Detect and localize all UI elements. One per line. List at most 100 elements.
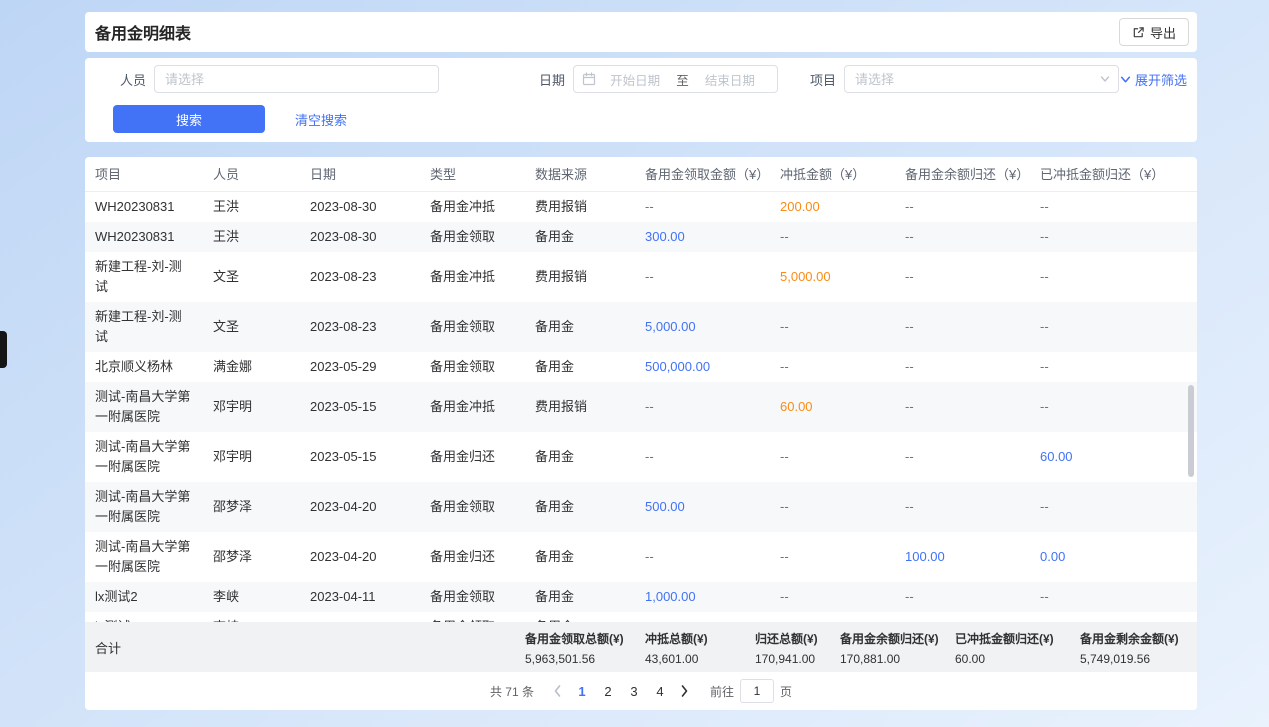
cell-person: 文圣	[203, 302, 300, 352]
expand-filter-link[interactable]: 展开筛选	[1120, 70, 1187, 89]
cell-balance-return: --	[895, 302, 1030, 352]
vertical-scrollbar-thumb[interactable]	[1188, 385, 1194, 477]
cell-source: 备用金	[525, 302, 635, 352]
cell-person: 满金娜	[203, 352, 300, 382]
cell-person: 邓宇明	[203, 382, 300, 432]
cell-source: 备用金	[525, 432, 635, 482]
table-row[interactable]: 北京顺义杨林满金娜2023-05-29备用金领取备用金500,000.00---…	[85, 352, 1197, 382]
cell-type: 备用金领取	[420, 302, 525, 352]
cell-source: 费用报销	[525, 252, 635, 302]
page-title: 备用金明细表	[95, 20, 191, 44]
cell-offset-return: 0.00	[1030, 532, 1197, 582]
table-row[interactable]: 测试-南昌大学第一附属医院邓宇明2023-05-15备用金归还备用金------…	[85, 432, 1197, 482]
cell-balance-return: --	[895, 222, 1030, 252]
calendar-icon	[582, 72, 596, 86]
cell-offset-return: --	[1030, 302, 1197, 352]
pager-pages: 1234	[569, 678, 673, 704]
summary-item-value: 5,963,501.56	[525, 652, 645, 666]
cell-project: 新建工程-刘-测试	[85, 252, 203, 302]
table-card: 项目人员日期类型数据来源备用金领取金额（¥）冲抵金额（¥）备用金余额归还（¥）已…	[85, 157, 1197, 710]
cell-balance-return: --	[895, 352, 1030, 382]
next-page-button[interactable]	[673, 685, 696, 697]
cell-offset: --	[770, 352, 895, 382]
cell-project: 新建工程-刘-测试	[85, 302, 203, 352]
cell-source: 备用金	[525, 352, 635, 382]
cell-offset-return: --	[1030, 582, 1197, 612]
table-body: WH20230831王洪2023-08-30备用金冲抵费用报销--200.00-…	[85, 191, 1197, 622]
table-row[interactable]: 测试-南昌大学第一附属医院邵梦泽2023-04-20备用金领取备用金500.00…	[85, 482, 1197, 532]
cell-offset: --	[770, 432, 895, 482]
date-end-placeholder[interactable]: 结束日期	[691, 70, 769, 89]
summary-item-label: 备用金剩余金额(¥)	[1080, 630, 1197, 647]
cell-balance-return: 100.00	[895, 532, 1030, 582]
page-number-button[interactable]: 4	[647, 678, 673, 704]
cell-date: 2023-04-20	[300, 482, 420, 532]
table-row[interactable]: 测试-南昌大学第一附属医院邓宇明2023-05-15备用金冲抵费用报销--60.…	[85, 382, 1197, 432]
export-button-label: 导出	[1150, 23, 1176, 42]
date-filter-label: 日期	[539, 70, 565, 89]
project-select[interactable]	[844, 65, 1119, 93]
table-row[interactable]: WH20230831王洪2023-08-30备用金冲抵费用报销--200.00-…	[85, 191, 1197, 222]
cell-offset-return: --	[1030, 612, 1197, 623]
prev-page-button[interactable]	[546, 685, 569, 697]
summary-item-label: 已冲抵金额归还(¥)	[955, 630, 1080, 647]
summary-item-label: 备用金余额归还(¥)	[840, 630, 955, 647]
page-number-button[interactable]: 3	[621, 678, 647, 704]
cell-withdraw: 10,000.00	[635, 612, 770, 623]
project-select-input[interactable]	[845, 72, 1100, 87]
cell-withdraw: 500.00	[635, 482, 770, 532]
cell-date: 2023-05-15	[300, 382, 420, 432]
summary-row: 合计 备用金领取总额(¥)5,963,501.56冲抵总额(¥)43,601.0…	[85, 622, 1197, 672]
cell-withdraw: 300.00	[635, 222, 770, 252]
column-header: 数据来源	[525, 157, 635, 191]
table-row[interactable]: lx测试2李峡2023-04-04备用金领取备用金10,000.00------	[85, 612, 1197, 623]
cell-offset: 60.00	[770, 382, 895, 432]
page-number-button[interactable]: 1	[569, 678, 595, 704]
cell-balance-return: --	[895, 482, 1030, 532]
goto-page-input[interactable]	[740, 679, 774, 703]
cell-type: 备用金领取	[420, 482, 525, 532]
export-button[interactable]: 导出	[1119, 18, 1189, 46]
cell-person: 李峡	[203, 582, 300, 612]
cell-offset-return: --	[1030, 482, 1197, 532]
cell-person: 李峡	[203, 612, 300, 623]
person-select-input[interactable]	[155, 72, 438, 87]
cell-balance-return: --	[895, 432, 1030, 482]
cell-project: lx测试2	[85, 582, 203, 612]
column-header: 类型	[420, 157, 525, 191]
left-drawer-handle[interactable]	[0, 331, 7, 368]
cell-withdraw: --	[635, 532, 770, 582]
table-row[interactable]: WH20230831王洪2023-08-30备用金领取备用金300.00----…	[85, 222, 1197, 252]
clear-search-link[interactable]: 清空搜索	[295, 110, 347, 129]
date-range-picker[interactable]: 开始日期 至 结束日期	[573, 65, 778, 93]
summary-item-label: 冲抵总额(¥)	[645, 630, 755, 647]
date-start-placeholder[interactable]: 开始日期	[596, 70, 674, 89]
cell-person: 王洪	[203, 191, 300, 222]
cell-offset: --	[770, 482, 895, 532]
cell-offset-return: 60.00	[1030, 432, 1197, 482]
table-row[interactable]: 新建工程-刘-测试文圣2023-08-23备用金冲抵费用报销--5,000.00…	[85, 252, 1197, 302]
table-row[interactable]: 测试-南昌大学第一附属医院邵梦泽2023-04-20备用金归还备用金----10…	[85, 532, 1197, 582]
cell-type: 备用金归还	[420, 532, 525, 582]
cell-withdraw: --	[635, 382, 770, 432]
table-row[interactable]: 新建工程-刘-测试文圣2023-08-23备用金领取备用金5,000.00---…	[85, 302, 1197, 352]
person-filter-label: 人员	[120, 70, 146, 89]
cell-offset: 200.00	[770, 191, 895, 222]
summary-item-label: 备用金领取总额(¥)	[525, 630, 645, 647]
cell-offset: --	[770, 582, 895, 612]
petty-cash-page: 备用金明细表 导出 人员 日期 开始日期	[85, 0, 1197, 710]
chevron-left-icon	[553, 685, 562, 697]
cell-offset-return: --	[1030, 382, 1197, 432]
cell-type: 备用金冲抵	[420, 382, 525, 432]
summary-total-label: 合计	[85, 630, 525, 664]
cell-date: 2023-08-23	[300, 252, 420, 302]
person-select[interactable]	[154, 65, 439, 93]
cell-balance-return: --	[895, 612, 1030, 623]
cell-offset: --	[770, 302, 895, 352]
cell-date: 2023-04-11	[300, 582, 420, 612]
project-filter-label: 项目	[810, 70, 836, 89]
cell-project: 测试-南昌大学第一附属医院	[85, 532, 203, 582]
search-button[interactable]: 搜索	[113, 105, 265, 133]
table-row[interactable]: lx测试2李峡2023-04-11备用金领取备用金1,000.00------	[85, 582, 1197, 612]
page-number-button[interactable]: 2	[595, 678, 621, 704]
